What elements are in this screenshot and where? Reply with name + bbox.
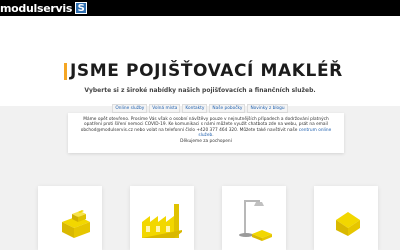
hero-section: JSME POJIŠŤOVACÍ MAKLÉŘ Vyberte si z šir…: [0, 16, 400, 113]
quick-link-blog[interactable]: Novinky z blogu: [247, 104, 288, 113]
quick-link-branches[interactable]: Naše pobočky: [209, 104, 246, 113]
page-title: JSME POJIŠŤOVACÍ MAKLÉŘ: [64, 61, 343, 81]
page-title-text: JSME POJIŠŤOVACÍ MAKLÉŘ: [70, 61, 343, 81]
notice-line-4: Děkujeme za pochopení: [180, 138, 232, 144]
factory-icon: [142, 204, 182, 238]
quick-link-contacts[interactable]: Kontakty: [182, 104, 208, 113]
logo[interactable]: modulservis S: [0, 0, 88, 16]
service-card-2[interactable]: [130, 186, 194, 250]
title-accent-bar: [64, 62, 67, 80]
logo-mark-icon: S: [75, 2, 88, 14]
service-card-4[interactable]: [314, 186, 378, 250]
service-card-3[interactable]: [222, 186, 286, 250]
logo-text: modulservis: [0, 1, 73, 15]
service-card-1[interactable]: [38, 186, 102, 250]
quick-link-jobs[interactable]: Volná místa: [149, 104, 181, 113]
quick-links-nav: Online služby Volná místa Kontakty Naše …: [0, 104, 400, 113]
notice-line-2: proti šíření nemoci COVID-19. Ke komunik…: [103, 122, 328, 128]
service-cards: [38, 186, 378, 250]
quick-link-online-services[interactable]: Online služby: [112, 104, 148, 113]
page-subtitle: Vyberte si z široké nabídky našich pojiš…: [84, 87, 316, 94]
top-bar: modulservis S: [0, 0, 400, 16]
notice-line-3: obchod@modulservis.cz nebo volat na tele…: [80, 127, 298, 133]
house-icon: [336, 212, 360, 236]
covid-notice: Máme opět otevřeno. Prosíme Vás však o o…: [68, 113, 344, 153]
box-stack-icon: [62, 210, 90, 238]
lamp-icon: [239, 200, 272, 241]
